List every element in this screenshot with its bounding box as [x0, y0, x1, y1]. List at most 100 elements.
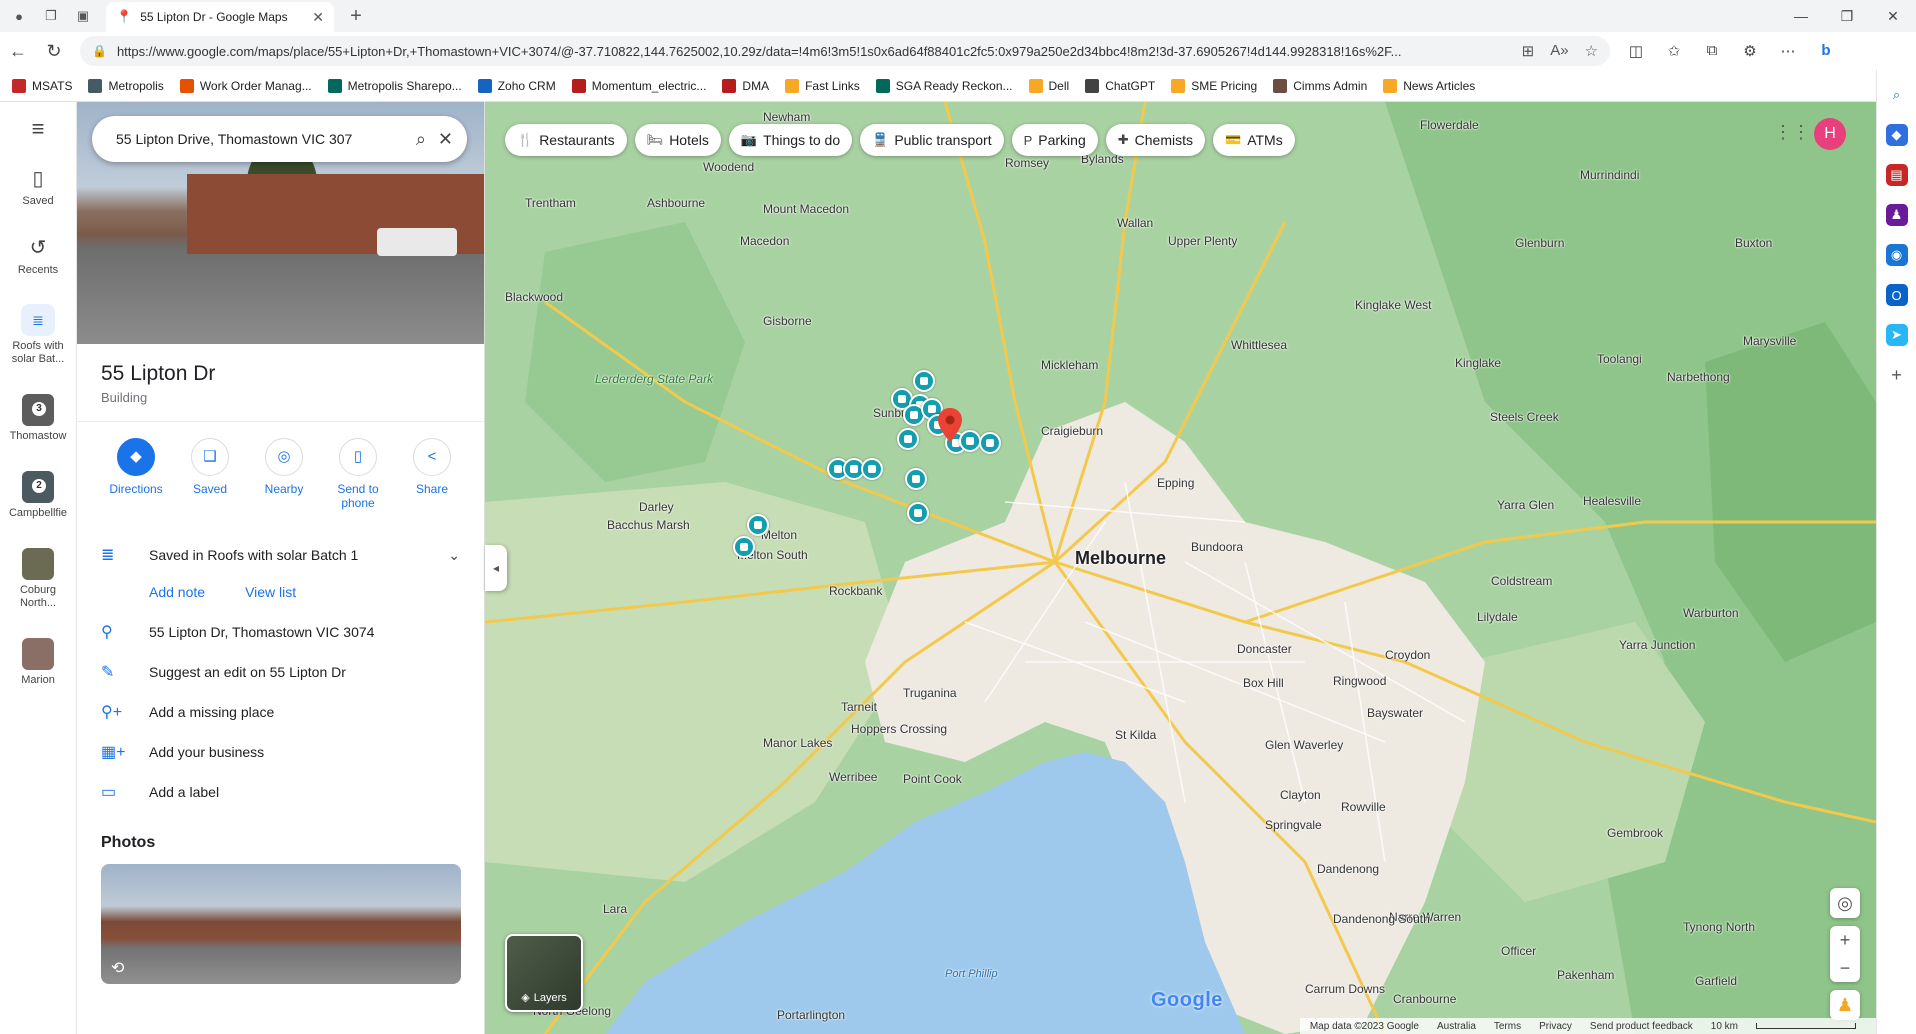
- rail-list-roofs[interactable]: ≣ Roofs with solar Bat...: [3, 304, 73, 366]
- map-place-label[interactable]: Port Phillip: [945, 968, 998, 980]
- directions-button[interactable]: ◆ Directions: [105, 438, 167, 510]
- map-place-label[interactable]: Coldstream: [1491, 574, 1552, 588]
- region-link[interactable]: Australia: [1437, 1021, 1476, 1032]
- collapse-panel-button[interactable]: ◂: [485, 545, 507, 591]
- map-place-label[interactable]: Marysville: [1743, 334, 1796, 348]
- map-place-label[interactable]: Hoppers Crossing: [851, 722, 947, 736]
- collections-icon[interactable]: ⧉: [1698, 42, 1726, 60]
- privacy-link[interactable]: Privacy: [1539, 1021, 1572, 1032]
- chip-restaurants[interactable]: 🍴 Restaurants: [505, 124, 627, 156]
- map-place-label[interactable]: Tynong North: [1683, 920, 1755, 934]
- my-location-button[interactable]: ◎: [1830, 888, 1860, 918]
- chip-chemists[interactable]: ✚ Chemists: [1105, 124, 1205, 156]
- map-place-label[interactable]: Cranbourne: [1393, 992, 1456, 1006]
- map-place-label[interactable]: Upper Plenty: [1168, 234, 1237, 248]
- send-to-phone-button[interactable]: ▯ Send to phone: [327, 438, 389, 510]
- nearby-button[interactable]: ◎ Nearby: [253, 438, 315, 510]
- map-place-label[interactable]: Garfield: [1695, 974, 1737, 988]
- map-place-label[interactable]: Box Hill: [1243, 676, 1284, 690]
- saved-place-marker[interactable]: [913, 370, 935, 392]
- bookmark-item[interactable]: Fast Links: [785, 78, 860, 93]
- map-place-label[interactable]: Pakenham: [1557, 968, 1614, 982]
- share-button[interactable]: < Share: [401, 438, 463, 510]
- rail-saved[interactable]: ▯ Saved: [22, 166, 53, 207]
- zoom-in-button[interactable]: +: [1840, 930, 1851, 951]
- rail-list-coburg[interactable]: Coburg North...: [3, 548, 73, 610]
- search-input[interactable]: [116, 131, 404, 147]
- sidebar-send-icon[interactable]: ➤: [1885, 324, 1908, 346]
- read-aloud-icon[interactable]: A»: [1550, 42, 1568, 60]
- chip-parking[interactable]: P Parking: [1011, 124, 1098, 156]
- map-canvas[interactable]: Melbourne Newham Woodend Romsey Bylands Flowe…: [485, 102, 1876, 1034]
- map-place-label[interactable]: Lilydale: [1477, 610, 1518, 624]
- photo-thumbnail[interactable]: ⟲: [101, 864, 461, 984]
- rail-list-marion[interactable]: Marion: [3, 638, 73, 687]
- rail-list-campbellfield[interactable]: 2 Campbellfie: [3, 471, 73, 520]
- map-place-label[interactable]: Bacchus Marsh: [607, 518, 690, 532]
- workspaces-icon[interactable]: ❐: [38, 3, 64, 29]
- scale-label[interactable]: 10 km: [1711, 1021, 1738, 1032]
- sidebar-games-icon[interactable]: ♟: [1885, 204, 1908, 226]
- map-place-label[interactable]: Warburton: [1683, 606, 1739, 620]
- feedback-link[interactable]: Send product feedback: [1590, 1021, 1693, 1032]
- map-place-label[interactable]: Blackwood: [505, 290, 563, 304]
- favorite-star-icon[interactable]: ☆: [1585, 42, 1598, 60]
- bookmark-item[interactable]: News Articles: [1383, 78, 1475, 93]
- map-place-label[interactable]: Kinglake West: [1355, 298, 1431, 312]
- map-place-label[interactable]: Lara: [603, 902, 627, 916]
- map-place-label[interactable]: Murrindindi: [1580, 168, 1639, 182]
- map-place-label[interactable]: St Kilda: [1115, 728, 1156, 742]
- url-field[interactable]: 🔒 https://www.google.com/maps/place/55+L…: [80, 36, 1610, 66]
- add-note-link[interactable]: Add note: [149, 584, 205, 600]
- map-place-label[interactable]: Yarra Glen: [1497, 498, 1554, 512]
- more-menu-icon[interactable]: ⋯: [1774, 42, 1802, 60]
- map-place-label[interactable]: Trentham: [525, 196, 576, 210]
- map-place-label[interactable]: Wallan: [1117, 216, 1153, 230]
- bookmark-item[interactable]: Dell: [1028, 78, 1069, 93]
- map-place-label[interactable]: Yarra Junction: [1619, 638, 1695, 652]
- saved-place-marker[interactable]: [905, 468, 927, 490]
- map-place-label[interactable]: Newham: [763, 110, 810, 124]
- map-place-label[interactable]: Buxton: [1735, 236, 1772, 250]
- map-place-label[interactable]: Macedon: [740, 234, 789, 248]
- saved-place-marker[interactable]: [747, 514, 769, 536]
- map-place-label[interactable]: Dandenong South: [1333, 912, 1430, 926]
- profile-icon[interactable]: ●: [6, 3, 32, 29]
- map-place-label[interactable]: Darley: [639, 500, 674, 514]
- map-place-label[interactable]: Epping: [1157, 476, 1194, 490]
- restore-button[interactable]: ❐: [1824, 8, 1870, 25]
- bookmark-item[interactable]: DMA: [722, 78, 769, 93]
- pegman-button[interactable]: ♟: [1830, 990, 1860, 1020]
- saved-place-marker[interactable]: [959, 430, 981, 452]
- tab-actions-icon[interactable]: ▣: [70, 3, 96, 29]
- rail-recents[interactable]: ↺ Recents: [18, 235, 58, 276]
- bookmark-item[interactable]: ChatGPT: [1085, 78, 1155, 93]
- saved-button[interactable]: ❑ Saved: [179, 438, 241, 510]
- saved-place-marker[interactable]: [897, 428, 919, 450]
- chip-atms[interactable]: 💳 ATMs: [1213, 124, 1295, 156]
- new-tab-button[interactable]: +: [344, 5, 368, 28]
- bookmark-item[interactable]: Metropolis Sharepo...: [327, 78, 462, 93]
- chip-things-to-do[interactable]: 📷 Things to do: [728, 124, 853, 156]
- address-row[interactable]: ⚲ 55 Lipton Dr, Thomastown VIC 3074: [77, 612, 484, 652]
- bookmark-item[interactable]: Cimms Admin: [1273, 78, 1367, 93]
- app-available-icon[interactable]: ⊞: [1522, 42, 1535, 60]
- map-place-label[interactable]: Mount Macedon: [763, 202, 849, 216]
- map-place-label[interactable]: Tarneit: [841, 700, 877, 714]
- avatar[interactable]: H: [1814, 118, 1846, 150]
- map-place-label[interactable]: Gisborne: [763, 314, 812, 328]
- map-place-label[interactable]: Lerderderg State Park: [595, 372, 713, 386]
- map-place-label[interactable]: Romsey: [1005, 156, 1049, 170]
- map-place-label[interactable]: Toolangi: [1597, 352, 1642, 366]
- sidebar-toolbox-icon[interactable]: ▤: [1885, 164, 1908, 186]
- browser-tab-maps[interactable]: 📍 55 Lipton Dr - Google Maps ✕: [106, 2, 334, 32]
- map-place-label[interactable]: Whittlesea: [1231, 338, 1287, 352]
- map-place-label[interactable]: Werribee: [829, 770, 877, 784]
- map-place-label[interactable]: Gembrook: [1607, 826, 1663, 840]
- bookmark-item[interactable]: Momentum_electric...: [571, 78, 706, 93]
- map-place-label[interactable]: Glenburn: [1515, 236, 1564, 250]
- zoom-out-button[interactable]: −: [1840, 958, 1851, 979]
- saved-place-marker[interactable]: [861, 458, 883, 480]
- chip-public-transport[interactable]: 🚆 Public transport: [860, 124, 1004, 156]
- map-place-label[interactable]: Flowerdale: [1420, 118, 1479, 132]
